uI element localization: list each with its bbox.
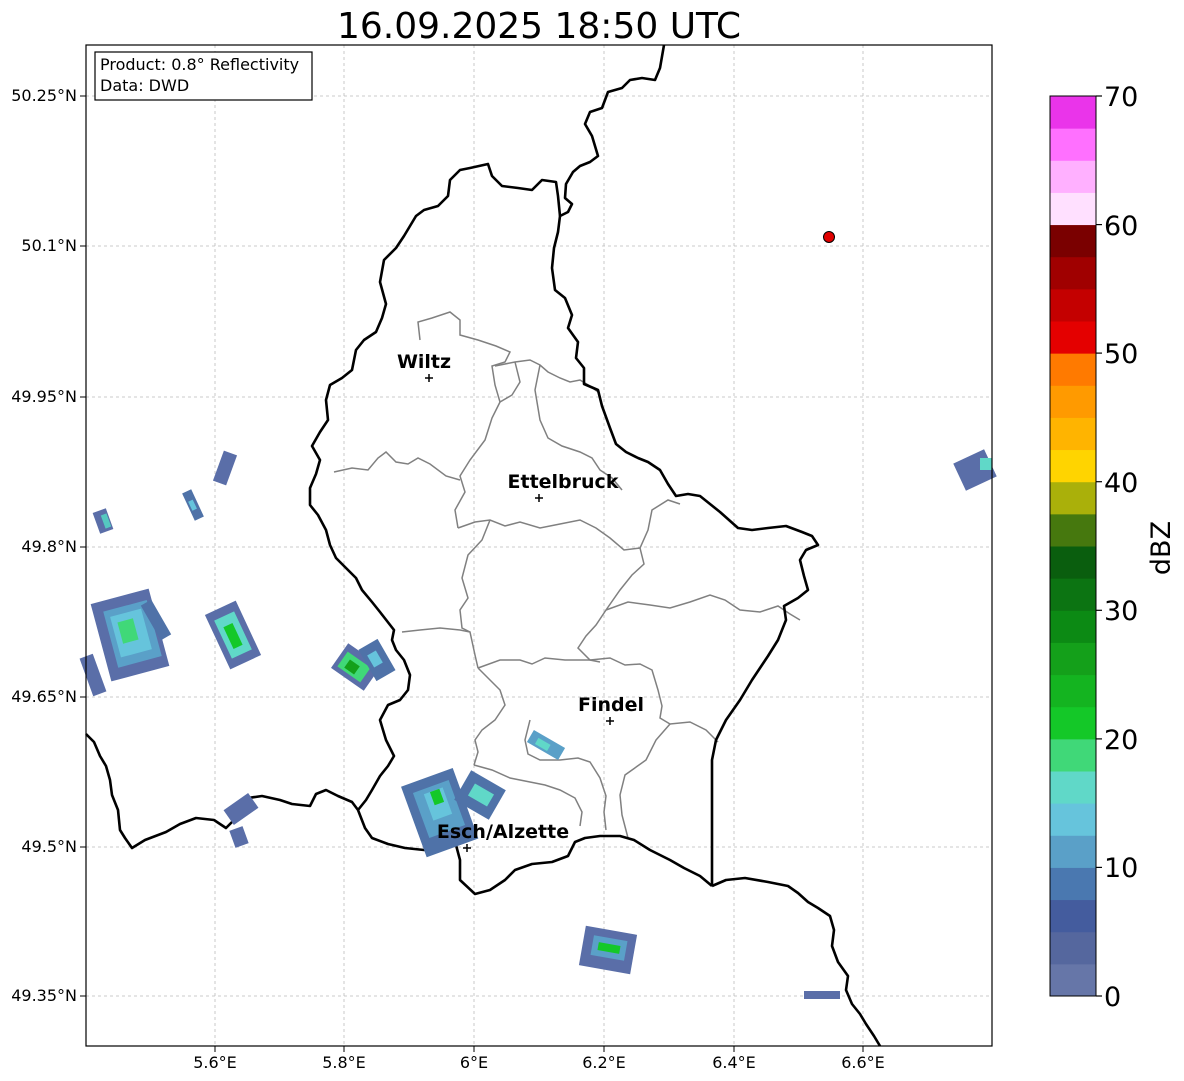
colorbar-cell bbox=[1050, 385, 1096, 418]
info-box: Product: 0.8° Reflectivity Data: DWD bbox=[94, 51, 313, 101]
colorbar-cell bbox=[1050, 449, 1096, 483]
colorbar-cell bbox=[1050, 224, 1096, 258]
map-title: 16.09.2025 18:50 UTC bbox=[337, 6, 741, 47]
lon-tick-label: 6.6°E bbox=[841, 1053, 885, 1072]
colorbar-cell bbox=[1050, 963, 1096, 997]
lat-axis bbox=[80, 95, 86, 997]
lon-tick-label: 5.6°E bbox=[193, 1053, 237, 1072]
city-label: Wiltz bbox=[397, 351, 451, 373]
lon-tick-label: 5.8°E bbox=[322, 1053, 366, 1072]
colorbar-cell bbox=[1050, 160, 1096, 193]
colorbar-cell bbox=[1050, 96, 1096, 129]
colorbar-cell bbox=[1050, 353, 1096, 386]
colorbar-cell bbox=[1050, 706, 1096, 740]
info-product: Product: 0.8° Reflectivity bbox=[100, 55, 299, 74]
lat-tick-label: 49.8°N bbox=[21, 537, 77, 556]
city-label: Ettelbruck bbox=[508, 471, 619, 493]
colorbar-cells bbox=[1050, 96, 1096, 997]
lat-tick-label: 49.5°N bbox=[21, 837, 77, 856]
colorbar-cell bbox=[1050, 256, 1096, 290]
colorbar-tick-label: 10 bbox=[1104, 853, 1138, 884]
lon-tick-label: 6.4°E bbox=[712, 1053, 756, 1072]
city-label: Findel bbox=[578, 694, 644, 716]
colorbar-tick-label: 30 bbox=[1104, 596, 1138, 627]
radar-map-figure: 16.09.2025 18:50 UTC Wiltz Ettelbruck Fi… bbox=[11, 6, 1177, 1072]
lat-tick-label: 49.65°N bbox=[11, 687, 77, 706]
lat-tick-label: 50.1°N bbox=[21, 236, 77, 255]
lat-tick-label: 50.25°N bbox=[11, 86, 77, 105]
colorbar-tick-label: 60 bbox=[1104, 211, 1138, 242]
colorbar-cell bbox=[1050, 738, 1096, 772]
colorbar-cell bbox=[1050, 288, 1096, 322]
info-source: Data: DWD bbox=[100, 76, 189, 95]
location-marker bbox=[823, 231, 835, 243]
colorbar-tick-label: 0 bbox=[1104, 982, 1121, 1013]
colorbar-cell bbox=[1050, 803, 1096, 836]
colorbar-cell bbox=[1050, 931, 1096, 965]
colorbar-cell bbox=[1050, 192, 1096, 226]
colorbar-cell bbox=[1050, 513, 1096, 547]
colorbar: 0 10 20 30 40 50 60 70 dBZ bbox=[1049, 82, 1177, 1013]
colorbar-cell bbox=[1050, 546, 1096, 579]
colorbar-tick-label: 20 bbox=[1104, 725, 1138, 756]
colorbar-label: dBZ bbox=[1146, 521, 1177, 575]
colorbar-cell bbox=[1050, 674, 1096, 708]
colorbar-cell bbox=[1050, 610, 1096, 643]
colorbar-cell bbox=[1050, 417, 1096, 451]
colorbar-cell bbox=[1050, 128, 1096, 161]
lon-tick-label: 6.2°E bbox=[582, 1053, 626, 1072]
colorbar-cell bbox=[1050, 835, 1096, 868]
colorbar-tick-label: 40 bbox=[1104, 468, 1138, 499]
colorbar-cell bbox=[1050, 321, 1096, 354]
lon-tick-label: 6°E bbox=[460, 1053, 488, 1072]
city-label: Esch/Alzette bbox=[437, 821, 569, 843]
colorbar-cell bbox=[1050, 899, 1096, 933]
colorbar-cell bbox=[1050, 867, 1096, 901]
colorbar-cell bbox=[1050, 578, 1096, 611]
lon-axis bbox=[214, 1046, 864, 1052]
lat-tick-label: 49.95°N bbox=[11, 387, 77, 406]
map-panel: Wiltz Ettelbruck Findel Esch/Alzette Pro… bbox=[79, 44, 997, 1047]
colorbar-cell bbox=[1050, 771, 1096, 804]
lat-tick-label: 49.35°N bbox=[11, 986, 77, 1005]
colorbar-tick-label: 70 bbox=[1104, 82, 1138, 113]
colorbar-tick-label: 50 bbox=[1104, 339, 1138, 370]
colorbar-cell bbox=[1050, 481, 1096, 515]
colorbar-cell bbox=[1050, 642, 1096, 676]
